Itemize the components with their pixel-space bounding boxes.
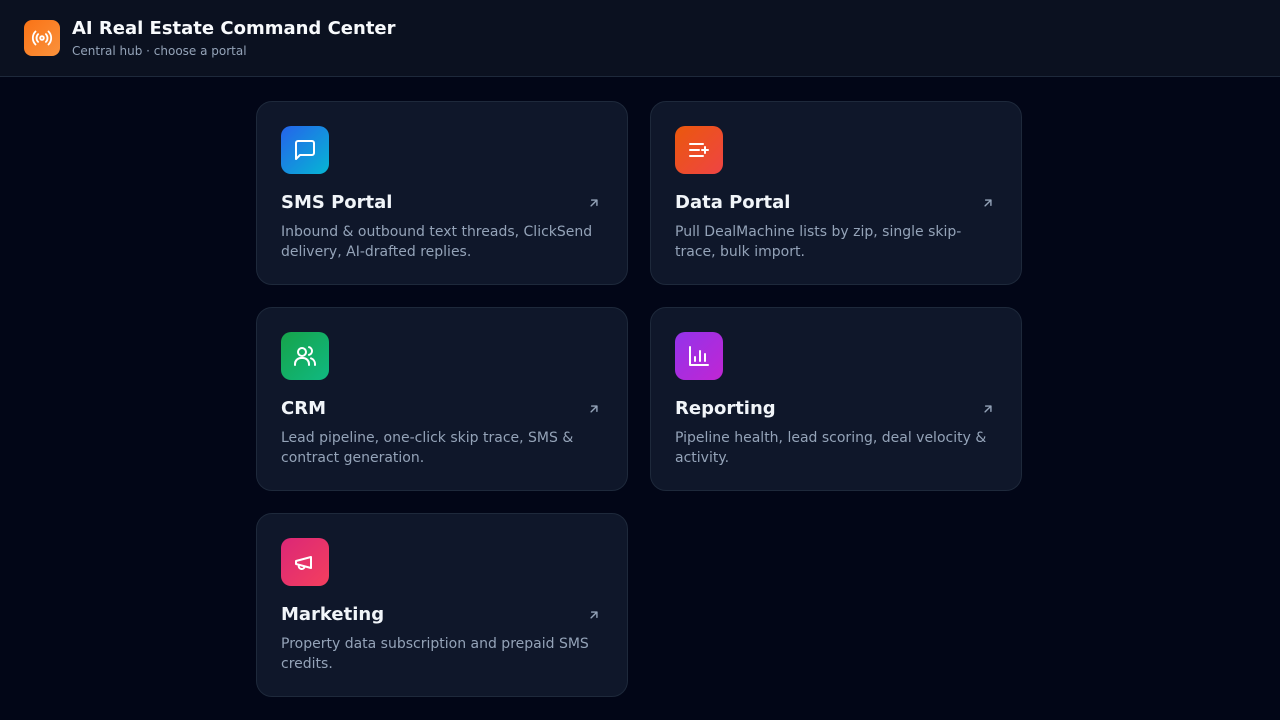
broadcast-icon xyxy=(24,20,60,56)
portal-description: Pipeline health, lead scoring, deal velo… xyxy=(675,430,987,466)
portal-description: Pull DealMachine lists by zip, single sk… xyxy=(675,224,962,260)
portal-description: Property data subscription and prepaid S… xyxy=(281,636,589,672)
portal-title: Marketing xyxy=(281,604,385,625)
app-subtitle: Central hub · choose a portal xyxy=(72,44,247,58)
app-header: AI Real Estate Command Center Central hu… xyxy=(0,0,1280,77)
users-icon xyxy=(281,332,329,380)
portal-description: Inbound & outbound text threads, ClickSe… xyxy=(281,224,593,260)
portal-description: Lead pipeline, one-click skip trace, SMS… xyxy=(281,430,574,466)
portal-card-sms[interactable]: SMS Portal Inbound & outbound text threa… xyxy=(256,101,628,285)
portal-title: Reporting xyxy=(675,398,776,419)
arrow-up-right-icon xyxy=(590,199,598,207)
arrow-up-right-icon xyxy=(590,611,598,619)
bar-chart-icon xyxy=(675,332,723,380)
list-plus-icon xyxy=(675,126,723,174)
portal-title: CRM xyxy=(281,398,326,419)
arrow-up-right-icon xyxy=(984,405,992,413)
app-title: AI Real Estate Command Center xyxy=(72,18,396,39)
portal-card-crm[interactable]: CRM Lead pipeline, one-click skip trace,… xyxy=(256,307,628,491)
arrow-up-right-icon xyxy=(590,405,598,413)
portal-card-data[interactable]: Data Portal Pull DealMachine lists by zi… xyxy=(650,101,1022,285)
chat-bubble-icon xyxy=(281,126,329,174)
megaphone-icon xyxy=(281,538,329,586)
portal-title: SMS Portal xyxy=(281,192,393,213)
portal-card-reporting[interactable]: Reporting Pipeline health, lead scoring,… xyxy=(650,307,1022,491)
portal-card-marketing[interactable]: Marketing Property data subscription and… xyxy=(256,513,628,697)
portal-title: Data Portal xyxy=(675,192,791,213)
arrow-up-right-icon xyxy=(984,199,992,207)
